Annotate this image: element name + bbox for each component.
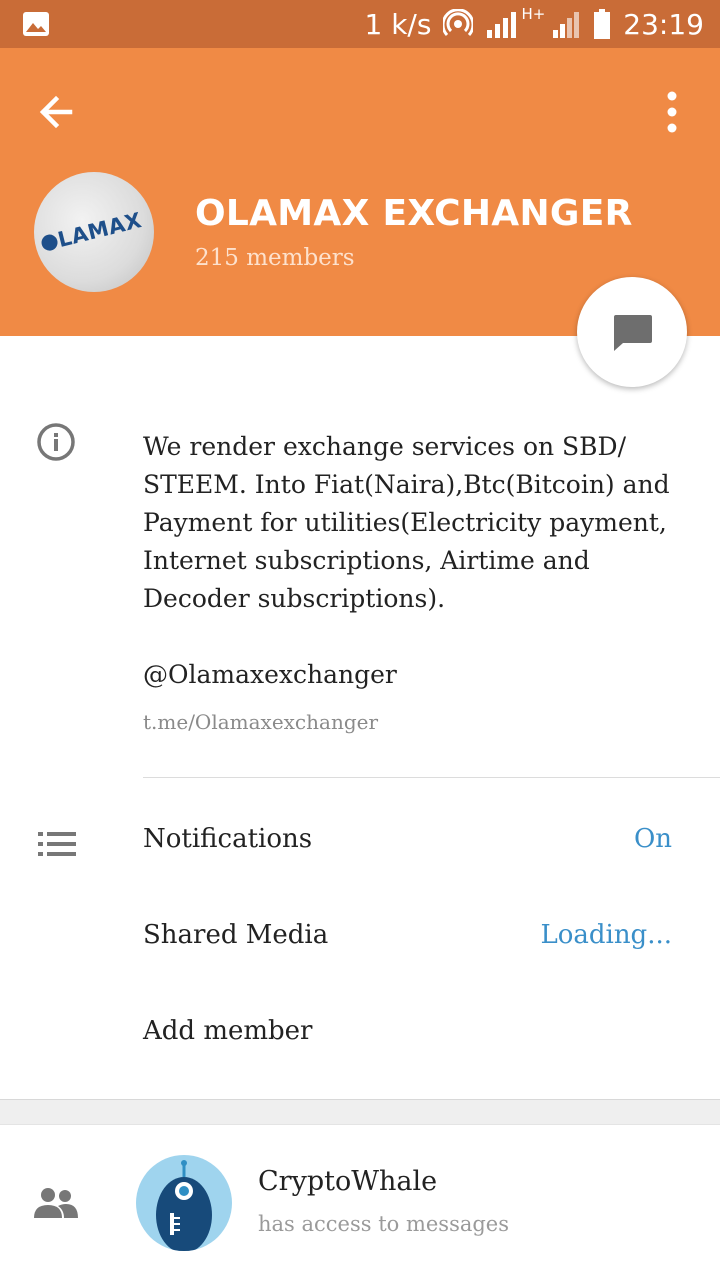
group-description: We render exchange services on SBD/ STEE… — [143, 432, 670, 613]
chat-icon — [614, 315, 652, 351]
notifications-value: On — [633, 824, 672, 854]
group-link[interactable]: t.me/Olamaxexchanger — [143, 710, 378, 734]
battery-icon — [594, 9, 611, 39]
network-type: H+ — [521, 5, 546, 23]
add-member-label: Add member — [143, 1016, 313, 1046]
group-username[interactable]: @Olamaxexchanger — [143, 660, 397, 689]
gallery-icon — [23, 12, 49, 36]
group-title: OLAMAX EXCHANGER — [195, 193, 633, 234]
shared-media-label: Shared Media — [143, 920, 329, 950]
message-button[interactable] — [577, 277, 687, 387]
shared-media-row[interactable]: Shared Media Loading... — [0, 892, 720, 988]
notifications-row[interactable]: Notifications On — [0, 796, 720, 892]
robot-avatar-image — [156, 1160, 212, 1251]
section-divider — [0, 1099, 720, 1125]
group-avatar[interactable]: LAMAX — [34, 172, 154, 292]
more-vert-icon[interactable] — [648, 84, 696, 140]
back-arrow-icon[interactable] — [30, 86, 82, 138]
avatar-logo: LAMAX — [39, 204, 154, 256]
status-indicators: 1 k/s H+ 23:19 — [364, 5, 704, 42]
status-bar: 1 k/s H+ 23:19 — [0, 0, 720, 48]
signal-icon — [487, 12, 517, 38]
divider — [143, 777, 720, 778]
info-icon — [37, 423, 75, 461]
signal-2-icon — [553, 12, 580, 38]
notifications-label: Notifications — [143, 824, 313, 854]
network-speed: 1 k/s — [364, 7, 432, 41]
member-name: CryptoWhale — [258, 1166, 438, 1197]
clock: 23:19 — [623, 7, 704, 41]
add-member-row[interactable]: Add member — [0, 988, 720, 1084]
member-status: has access to messages — [258, 1212, 510, 1236]
members-count: 215 members — [195, 245, 355, 271]
member-item[interactable]: CryptoWhale has access to messages — [0, 1140, 720, 1264]
shared-media-value: Loading... — [540, 920, 672, 950]
member-avatar — [136, 1155, 232, 1251]
hotspot-icon — [443, 9, 474, 37]
